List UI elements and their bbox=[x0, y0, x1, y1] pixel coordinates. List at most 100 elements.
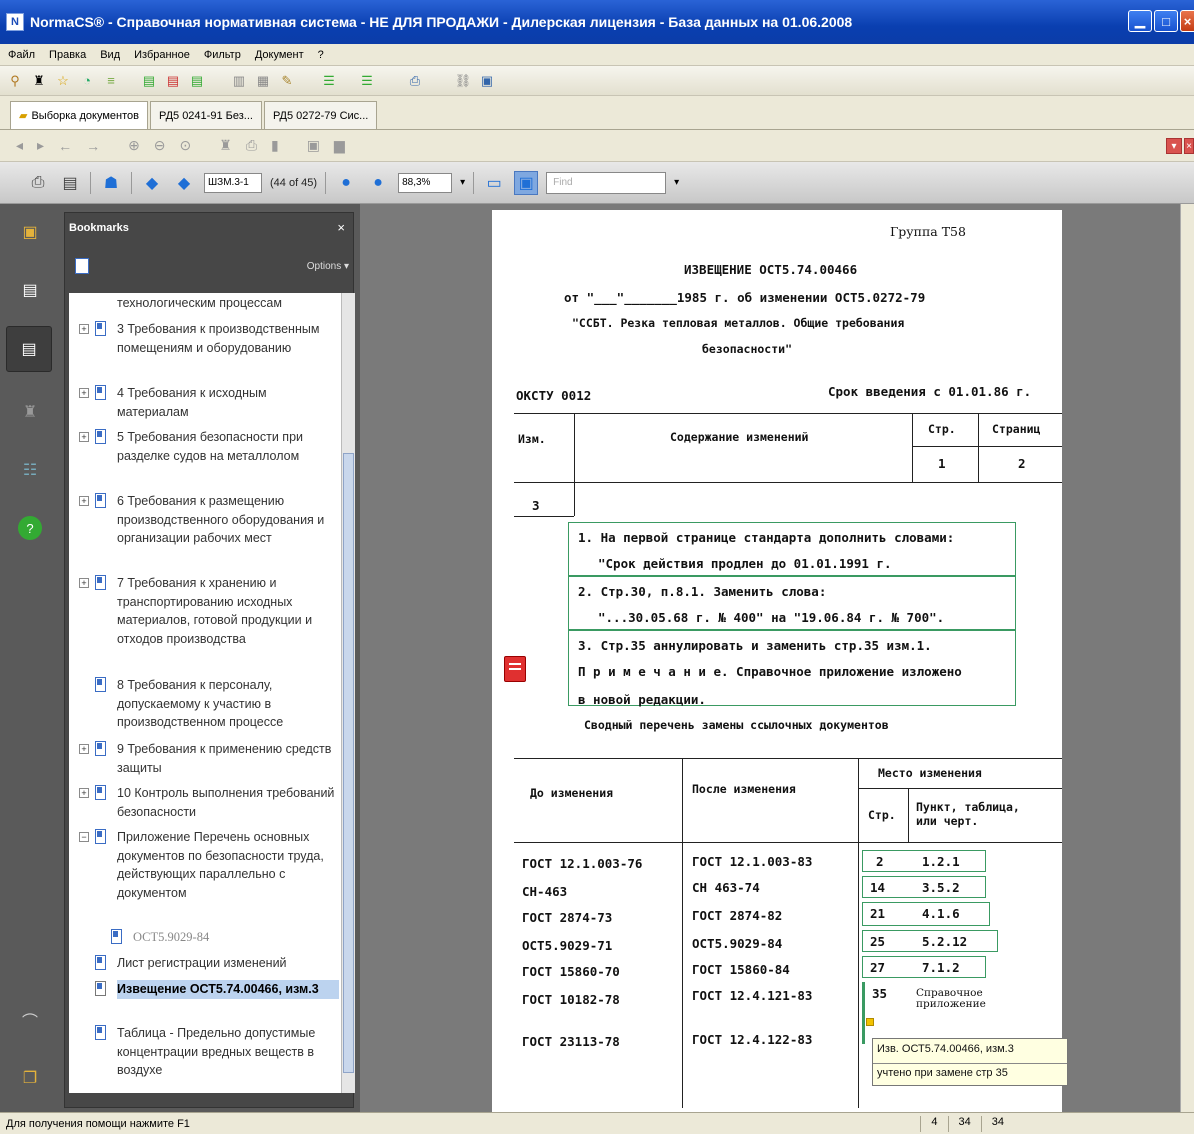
menu-document[interactable]: Документ bbox=[255, 49, 304, 61]
title-bar[interactable]: N NormaCS® - Справочная нормативная сист… bbox=[0, 0, 1194, 44]
zoom-icon[interactable]: ⊙ bbox=[180, 137, 192, 154]
save-icon[interactable]: ▮ bbox=[271, 137, 279, 154]
table-line bbox=[912, 413, 913, 482]
row-before: ГОСТ 10182-78 bbox=[522, 992, 620, 1007]
save-icon[interactable]: ▤ bbox=[58, 171, 82, 195]
zoom-input[interactable]: 88,3% bbox=[398, 172, 453, 193]
binoculars-icon[interactable]: ♜ bbox=[30, 72, 48, 90]
copy-icon[interactable]: ▦ bbox=[254, 72, 272, 90]
filter-icon[interactable]: ≡ bbox=[102, 72, 120, 90]
expander-icon[interactable]: + bbox=[79, 578, 89, 588]
fit-width-icon[interactable]: ▣ bbox=[514, 170, 539, 195]
share-icon[interactable]: ☗ bbox=[99, 171, 123, 195]
arrow-right-icon[interactable]: → bbox=[86, 138, 100, 154]
sticky-note-icon[interactable] bbox=[504, 656, 526, 682]
expander-icon[interactable]: + bbox=[79, 744, 89, 754]
zoom-out-icon[interactable]: ● bbox=[334, 171, 358, 195]
change-line: 2. Стр.30, п.8.1. Заменить слова: bbox=[578, 584, 827, 599]
back-icon[interactable]: ◂ bbox=[16, 137, 23, 154]
menu-view[interactable]: Вид bbox=[100, 49, 120, 61]
change-line: в новой редакции. bbox=[578, 692, 706, 707]
pdf-page: Группа Т58 ИЗВЕЩЕНИЕ ОСТ5.74.00466 от "_… bbox=[492, 210, 1068, 1112]
bookmark-page-icon bbox=[95, 955, 106, 970]
page-icon[interactable]: ▥ bbox=[230, 72, 248, 90]
panel-icon[interactable]: ▆ bbox=[334, 137, 345, 154]
tab-rd5-0272[interactable]: РД5 0272-79 Сис... bbox=[263, 101, 378, 129]
new-bookmark-icon[interactable] bbox=[75, 258, 89, 274]
close-button[interactable]: × bbox=[1180, 10, 1194, 32]
close-doc-icon[interactable]: ▣ bbox=[478, 72, 496, 90]
link-icon[interactable]: ⛓ bbox=[454, 72, 472, 90]
row-item: Справочное приложение bbox=[916, 987, 986, 1010]
close-icon[interactable]: × bbox=[337, 220, 345, 235]
row-str: 25 bbox=[870, 934, 886, 949]
bookmarks-panel: Bookmarks × Options ▾ технологическим пр… bbox=[58, 204, 360, 1112]
fit-page-icon[interactable]: ▭ bbox=[482, 171, 506, 195]
pages-icon[interactable]: ▤ bbox=[18, 278, 42, 302]
zoom-out-icon[interactable]: ⊖ bbox=[154, 137, 166, 154]
list-icon[interactable]: ☰ bbox=[320, 72, 338, 90]
doc-red-icon[interactable]: ▤ bbox=[164, 72, 182, 90]
navigation-bar: ◂ ▸ ← → ⊕ ⊖ ⊙ ♜ ⎙ ▮ ▣ ▆ ▾ × bbox=[0, 130, 1194, 162]
doc-green-icon[interactable]: ▤ bbox=[140, 72, 158, 90]
arrow-left-icon[interactable]: ← bbox=[58, 138, 72, 154]
options-menu[interactable]: Options ▾ bbox=[307, 261, 349, 272]
find-icon[interactable]: ♜ bbox=[219, 137, 232, 154]
tab-document-selection[interactable]: ▰ Выборка документов bbox=[10, 101, 148, 129]
tab-rd5-0241[interactable]: РД5 0241-91 Без... bbox=[149, 101, 262, 129]
document-scrollbar[interactable] bbox=[1180, 204, 1194, 1112]
lock-icon[interactable]: ▣ bbox=[18, 220, 42, 244]
annotation-marker-icon[interactable] bbox=[866, 1018, 874, 1026]
text-icon[interactable]: ☰ bbox=[358, 72, 376, 90]
print-icon[interactable]: ⎙ bbox=[406, 72, 424, 90]
row-after: ГОСТ 12.4.121-83 bbox=[692, 988, 813, 1003]
attachment-icon[interactable]: ⌒ bbox=[18, 1008, 42, 1032]
tab-close-icon[interactable]: × bbox=[1184, 138, 1194, 154]
signatures-icon[interactable]: ♜ bbox=[18, 400, 42, 424]
maximize-button[interactable]: □ bbox=[1154, 10, 1178, 32]
next-page-icon[interactable]: ◆ bbox=[172, 171, 196, 195]
zoom-in-icon[interactable]: ⊕ bbox=[128, 137, 140, 154]
bookmarks-scrollbar[interactable] bbox=[341, 293, 355, 1093]
expander-icon[interactable]: + bbox=[79, 788, 89, 798]
menu-edit[interactable]: Правка bbox=[49, 49, 86, 61]
expander-icon[interactable]: − bbox=[79, 832, 89, 842]
previous-page-icon[interactable]: ◆ bbox=[140, 171, 164, 195]
history-icon[interactable]: ◔ bbox=[78, 72, 96, 90]
zoom-dropdown-icon[interactable]: ▾ bbox=[460, 177, 465, 188]
layers-icon[interactable]: ☷ bbox=[18, 458, 42, 482]
table-line bbox=[912, 446, 1062, 447]
expander-icon[interactable]: + bbox=[79, 388, 89, 398]
sth-item: Пункт, таблица, bbox=[916, 800, 1020, 814]
search-icon[interactable]: ⚲ bbox=[6, 72, 24, 90]
expander-icon[interactable]: + bbox=[79, 432, 89, 442]
separator bbox=[473, 171, 475, 194]
expander-icon[interactable]: + bbox=[79, 324, 89, 334]
menu-filter[interactable]: Фильтр bbox=[204, 49, 241, 61]
sth-str: Стр. bbox=[868, 808, 896, 822]
help-icon[interactable]: ? bbox=[18, 516, 42, 540]
print-icon[interactable]: ⎙ bbox=[26, 171, 50, 195]
forward-icon[interactable]: ▸ bbox=[37, 137, 44, 154]
bookmarks-icon[interactable]: ▤ bbox=[6, 326, 52, 372]
minimize-button[interactable]: ▁ bbox=[1128, 10, 1152, 32]
find-dropdown-icon[interactable]: ▾ bbox=[674, 177, 679, 188]
star-icon[interactable]: ☆ bbox=[54, 72, 72, 90]
print-icon[interactable]: ⎙ bbox=[246, 137, 257, 154]
menu-file[interactable]: Файл bbox=[8, 49, 35, 61]
window-icon[interactable]: ▣ bbox=[307, 137, 320, 154]
expander-icon[interactable]: + bbox=[79, 496, 89, 506]
zoom-in-icon[interactable]: ● bbox=[366, 171, 390, 195]
doc-icon[interactable]: ▤ bbox=[188, 72, 206, 90]
status-cell: 4 bbox=[920, 1116, 947, 1132]
find-input[interactable]: Find bbox=[546, 171, 667, 194]
th-pages: Страниц bbox=[992, 422, 1041, 436]
change-bar bbox=[862, 982, 865, 1044]
menu-favorites[interactable]: Избранное bbox=[134, 49, 190, 61]
page-number-input[interactable]: ШЗМ.3-1 bbox=[204, 172, 262, 193]
tab-list-icon[interactable]: ▾ bbox=[1166, 138, 1182, 154]
scrollbar-thumb[interactable] bbox=[343, 453, 354, 1073]
comments-icon[interactable]: ❐ bbox=[18, 1066, 42, 1090]
edit-icon[interactable]: ✎ bbox=[278, 72, 296, 90]
menu-help[interactable]: ? bbox=[318, 49, 324, 61]
